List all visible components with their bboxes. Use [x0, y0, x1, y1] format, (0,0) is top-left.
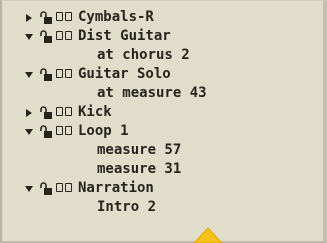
lock-icon[interactable] [39, 30, 53, 44]
region-row[interactable]: at chorus 2 [2, 46, 322, 64]
region-row[interactable]: Intro 2 [2, 198, 322, 216]
track-list-panel: Cymbals-R Dist Guitar at chorus 2 Guitar So… [0, 0, 327, 243]
disclosure-expanded-icon[interactable] [25, 33, 33, 41]
track-list: Cymbals-R Dist Guitar at chorus 2 Guitar So… [2, 1, 324, 241]
track-label: Kick [78, 104, 112, 120]
solo-toggle[interactable] [65, 31, 72, 40]
track-label: Loop 1 [78, 123, 129, 139]
track-row[interactable]: Loop 1 [2, 122, 322, 140]
track-row[interactable]: Narration [2, 179, 322, 197]
region-row[interactable]: measure 57 [2, 141, 322, 159]
solo-toggle[interactable] [65, 126, 72, 135]
lock-icon[interactable] [39, 106, 53, 120]
mute-toggle[interactable] [56, 69, 63, 78]
pointer-arrow-icon [193, 227, 223, 243]
solo-toggle[interactable] [65, 69, 72, 78]
track-row[interactable]: Guitar Solo [2, 65, 322, 83]
mute-toggle[interactable] [56, 183, 63, 192]
mute-toggle[interactable] [56, 12, 63, 21]
solo-toggle[interactable] [65, 12, 72, 21]
region-row[interactable]: at measure 43 [2, 84, 322, 102]
solo-toggle[interactable] [65, 107, 72, 116]
disclosure-collapsed-icon[interactable] [25, 109, 33, 117]
track-label: Cymbals-R [78, 9, 154, 25]
track-label: Narration [78, 180, 154, 196]
track-label: Dist Guitar [78, 28, 171, 44]
track-row[interactable]: Cymbals-R [2, 8, 322, 26]
mute-toggle[interactable] [56, 31, 63, 40]
region-row[interactable]: measure 31 [2, 160, 322, 178]
track-row[interactable]: Kick [2, 103, 322, 121]
track-label: Guitar Solo [78, 66, 171, 82]
disclosure-expanded-icon[interactable] [25, 128, 33, 136]
region-label: measure 31 [97, 161, 182, 177]
mute-toggle[interactable] [56, 107, 63, 116]
region-label: measure 57 [97, 142, 182, 158]
region-label: at chorus 2 [97, 47, 190, 63]
disclosure-expanded-icon[interactable] [25, 71, 33, 79]
solo-toggle[interactable] [65, 183, 72, 192]
mute-toggle[interactable] [56, 126, 63, 135]
region-label: at measure 43 [97, 85, 207, 101]
disclosure-expanded-icon[interactable] [25, 185, 33, 193]
lock-icon[interactable] [39, 68, 53, 82]
disclosure-collapsed-icon[interactable] [25, 14, 33, 22]
lock-icon[interactable] [39, 125, 53, 139]
lock-icon[interactable] [39, 11, 53, 25]
lock-icon[interactable] [39, 182, 53, 196]
track-row[interactable]: Dist Guitar [2, 27, 322, 45]
region-label: Intro 2 [97, 199, 157, 215]
